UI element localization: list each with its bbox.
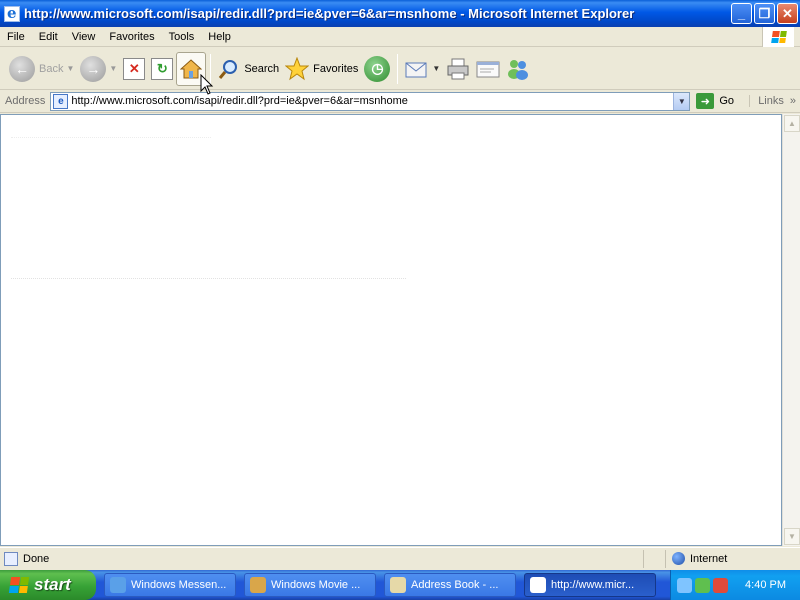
window-title: http://www.microsoft.com/isapi/redir.dll… [24, 6, 635, 21]
page-icon: e [53, 93, 69, 109]
status-bar: Done Internet [0, 547, 800, 569]
system-tray: 4:40 PM [670, 570, 800, 600]
taskbar-item-address-book[interactable]: Address Book - ... [384, 573, 516, 597]
taskbar-item-internet-explorer[interactable]: http://www.micr... [524, 573, 656, 597]
messenger-icon [508, 59, 529, 80]
security-alert-icon[interactable] [713, 577, 728, 593]
history-button[interactable]: ◷ [361, 51, 393, 87]
messenger-icon [110, 577, 126, 593]
mail-button[interactable]: ▼ [402, 51, 443, 87]
scroll-up-icon[interactable]: ▲ [784, 115, 800, 132]
close-button[interactable]: ✕ [777, 3, 798, 24]
messenger-button[interactable] [503, 51, 533, 87]
title-bar[interactable]: http://www.microsoft.com/isapi/redir.dll… [0, 0, 800, 27]
maximize-button[interactable]: ❐ [754, 3, 775, 24]
shield-icon[interactable] [695, 577, 710, 593]
menu-bar: File Edit View Favorites Tools Help [0, 27, 800, 47]
address-dropdown-icon[interactable]: ▼ [673, 92, 690, 110]
go-label: Go [719, 95, 735, 107]
status-cell [643, 549, 665, 568]
edit-icon [476, 61, 500, 77]
taskbar: start Windows Messen... Windows Movie ..… [0, 570, 800, 600]
task-label: Address Book - ... [411, 579, 499, 591]
back-dropdown-icon[interactable]: ▼ [66, 64, 74, 73]
ie-icon [530, 577, 546, 593]
ie-icon [4, 4, 20, 22]
status-text: Done [23, 552, 50, 565]
address-url[interactable]: http://www.microsoft.com/isapi/redir.dll… [71, 95, 673, 107]
favorites-label: Favorites [313, 62, 359, 75]
clock[interactable]: 4:40 PM [745, 579, 786, 591]
address-book-icon [390, 577, 406, 593]
search-button[interactable]: Search [215, 51, 282, 87]
security-zone: Internet [665, 549, 800, 568]
address-label: Address [5, 95, 46, 107]
back-label: Back [39, 62, 64, 75]
stop-button[interactable]: ✕ [120, 51, 148, 87]
task-label: Windows Movie ... [271, 579, 361, 591]
refresh-icon: ↻ [151, 57, 174, 80]
faint-divider [11, 278, 406, 279]
favorites-button[interactable]: Favorites [282, 51, 361, 87]
task-label: http://www.micr... [551, 579, 635, 591]
stop-icon: ✕ [123, 57, 146, 80]
toolbar-separator [397, 53, 399, 84]
scroll-down-icon[interactable]: ▼ [784, 528, 800, 545]
page-content[interactable] [0, 114, 782, 546]
search-icon [219, 59, 238, 79]
windows-logo-icon [762, 27, 794, 47]
menu-view[interactable]: View [65, 31, 103, 43]
menu-tools[interactable]: Tools [162, 31, 202, 43]
globe-icon [672, 552, 685, 565]
start-label: start [34, 575, 71, 594]
start-button[interactable]: start [0, 570, 96, 600]
windows-logo-icon [8, 577, 30, 593]
back-button[interactable]: ← Back ▼ [6, 51, 77, 87]
menu-favorites[interactable]: Favorites [102, 31, 161, 43]
network-icon[interactable] [677, 577, 692, 593]
standard-toolbar: ← Back ▼ → ▼ ✕ ↻ Search Favorites ◷ ▼ [0, 48, 800, 90]
forward-icon: → [80, 55, 107, 82]
menu-file[interactable]: File [0, 31, 32, 43]
go-arrow-icon: ➜ [696, 93, 715, 109]
menu-edit[interactable]: Edit [32, 31, 65, 43]
page-status-icon [4, 551, 18, 566]
links-label: Links [758, 95, 784, 107]
forward-dropdown-icon[interactable]: ▼ [109, 64, 117, 73]
history-icon: ◷ [364, 55, 391, 82]
links-bar[interactable]: Links » [749, 95, 800, 107]
links-chevron-icon[interactable]: » [790, 95, 796, 107]
taskbar-item-messenger[interactable]: Windows Messen... [104, 573, 236, 597]
task-label: Windows Messen... [131, 579, 227, 591]
menu-help[interactable]: Help [201, 31, 238, 43]
vertical-scrollbar[interactable]: ▲ ▼ [782, 114, 800, 546]
refresh-button[interactable]: ↻ [148, 51, 176, 87]
movie-maker-icon [250, 577, 266, 593]
mouse-cursor-icon [200, 74, 214, 95]
faint-divider [11, 137, 211, 138]
forward-button[interactable]: → ▼ [77, 51, 120, 87]
minimize-button[interactable]: _ [731, 3, 752, 24]
edit-button[interactable] [473, 51, 503, 87]
print-icon [447, 58, 469, 79]
back-icon: ← [9, 55, 35, 82]
address-bar: Address e http://www.microsoft.com/isapi… [0, 90, 800, 113]
search-label: Search [244, 62, 280, 75]
mail-dropdown-icon[interactable]: ▼ [432, 64, 440, 73]
go-button[interactable]: ➜ Go [696, 93, 734, 109]
address-input[interactable]: e http://www.microsoft.com/isapi/redir.d… [50, 91, 691, 111]
zone-label: Internet [690, 552, 728, 565]
home-icon [180, 58, 203, 78]
print-button[interactable] [443, 51, 473, 87]
mail-icon [405, 62, 427, 77]
taskbar-item-movie-maker[interactable]: Windows Movie ... [244, 573, 376, 597]
favorites-star-icon [285, 56, 310, 80]
